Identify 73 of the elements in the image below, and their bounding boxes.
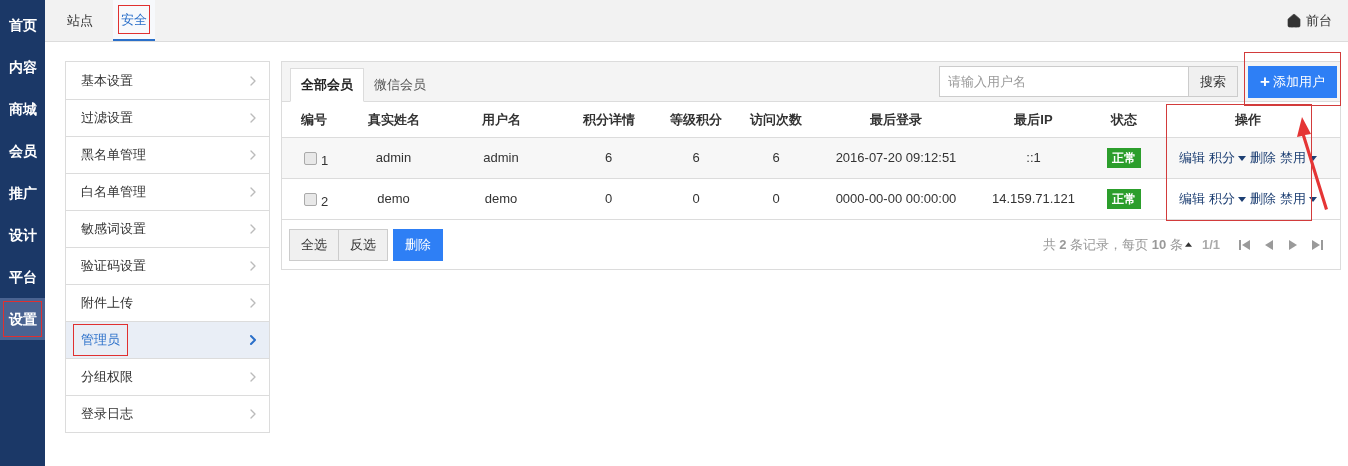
status-badge: 正常: [1106, 189, 1141, 209]
caret-up-icon: [1184, 242, 1192, 247]
table-cell-text: 0: [603, 190, 614, 209]
action-link[interactable]: 禁用: [1280, 189, 1317, 209]
menu-item[interactable]: 白名单管理: [66, 173, 269, 210]
menu-item[interactable]: 黑名单管理: [66, 136, 269, 173]
menu-item[interactable]: 分组权限: [66, 358, 269, 395]
action-link[interactable]: 编辑: [1179, 148, 1205, 168]
action-link[interactable]: 积分: [1209, 148, 1246, 168]
action-link[interactable]: 编辑: [1179, 189, 1205, 209]
bulk-button[interactable]: 反选: [338, 228, 388, 261]
nav-item[interactable]: 商城: [0, 88, 45, 130]
caret-icon: [1309, 196, 1317, 202]
table-cell-text: demo: [376, 190, 411, 209]
frontend-link[interactable]: 前台: [1286, 10, 1332, 31]
column-header: 真实姓名: [366, 110, 421, 129]
nav-item[interactable]: 推广: [0, 172, 45, 214]
nav-item[interactable]: 平台: [0, 256, 45, 298]
column-header: 积分详情: [581, 110, 636, 129]
column-header: 最后IP: [1013, 110, 1054, 129]
table-cell-text: 1: [321, 152, 329, 171]
first-page-icon[interactable]: [1238, 237, 1252, 252]
table-cell-text: 14.159.71.121: [990, 190, 1077, 209]
bulk-button[interactable]: 全选: [289, 228, 339, 261]
menu-item[interactable]: 验证码设置: [66, 247, 269, 284]
menu-item[interactable]: 过滤设置: [66, 99, 269, 136]
table-cell-text: 2016-07-20 09:12:51: [834, 149, 958, 168]
column-header: 等级积分: [669, 110, 723, 129]
column-header: 最后登录: [869, 110, 923, 129]
column-header: 访问次数: [748, 110, 803, 129]
table-cell-text: 0: [691, 190, 701, 209]
search-field[interactable]: 请输入用户名: [939, 66, 1190, 97]
row-checkbox[interactable]: [304, 192, 317, 206]
table-cell-text: 6: [691, 149, 701, 168]
nav-item[interactable]: 内容: [0, 46, 45, 88]
action-link[interactable]: 积分: [1209, 189, 1246, 209]
menu-item[interactable]: 敏感词设置: [66, 210, 269, 247]
nav-item[interactable]: 首页: [0, 4, 45, 46]
action-link[interactable]: 删除: [1250, 148, 1276, 168]
table-cell-text: 0000-00-00 00:00:00: [834, 190, 958, 209]
column-header: 操作: [1234, 110, 1262, 129]
top-tab[interactable]: 站点: [61, 0, 99, 41]
column-header: 编号: [300, 110, 328, 129]
table-cell-text: 0: [771, 190, 781, 209]
table-cell-text: admin: [374, 149, 413, 168]
page-indicator: 1/1: [1201, 235, 1220, 254]
nav-item[interactable]: 会员: [0, 130, 45, 172]
table-cell-text: 2: [321, 193, 329, 212]
nav-item[interactable]: 设计: [0, 214, 45, 256]
member-tab[interactable]: 全部会员: [290, 68, 364, 102]
table-cell-text: ::1: [1025, 149, 1042, 168]
column-header: 用户名: [480, 110, 522, 129]
last-page-icon[interactable]: [1310, 237, 1324, 252]
add-user-button[interactable]: + 添加用户: [1248, 65, 1337, 98]
member-tab[interactable]: 微信会员: [364, 68, 436, 102]
home-icon: [1286, 12, 1302, 29]
row-checkbox[interactable]: [304, 151, 317, 165]
status-badge: 正常: [1106, 148, 1141, 168]
table-cell-text: demo: [483, 190, 519, 209]
action-link[interactable]: 删除: [1250, 189, 1276, 209]
menu-item[interactable]: 基本设置: [66, 62, 269, 99]
table-cell-text: 6: [771, 149, 781, 168]
table-cell-text: 6: [603, 149, 614, 168]
table-cell-text: admin: [482, 149, 520, 168]
menu-item[interactable]: 登录日志: [66, 395, 269, 432]
menu-item[interactable]: 管理员: [66, 321, 269, 358]
nav-item[interactable]: 设置: [0, 298, 45, 340]
caret-icon: [1238, 196, 1246, 202]
bulk-button[interactable]: 删除: [393, 228, 443, 261]
column-header: 状态: [1109, 110, 1138, 129]
search-button[interactable]: 搜索: [1189, 66, 1239, 97]
caret-icon: [1238, 155, 1246, 161]
top-tab[interactable]: 安全: [113, 0, 155, 41]
